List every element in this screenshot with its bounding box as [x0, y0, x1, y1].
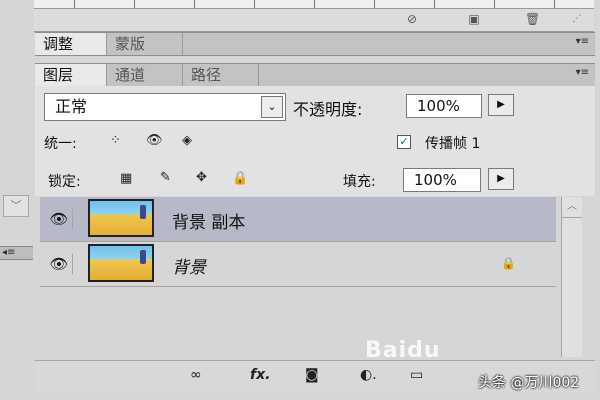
- layer-thumbnail: [88, 199, 154, 237]
- unify-style-icon[interactable]: ◈: [182, 133, 192, 148]
- left-scroll-down-button[interactable]: ﹀: [3, 195, 29, 217]
- blend-mode-value: 正常: [55, 97, 88, 116]
- layer-name[interactable]: 背景: [172, 253, 206, 278]
- adjustment-layer-icon[interactable]: ◐.: [360, 367, 377, 383]
- lock-label: 锁定:: [48, 174, 81, 190]
- lock-transparent-icon[interactable]: ▦: [120, 171, 132, 186]
- opacity-slider-button[interactable]: ▶: [488, 94, 514, 116]
- layers-tab-bar: 图层 通道 路径 ▾≡: [35, 63, 595, 87]
- lock-image-brush-icon[interactable]: ✎: [160, 170, 171, 185]
- cancel-icon[interactable]: ⊘: [405, 12, 419, 26]
- blend-mode-select[interactable]: 正常 ⌄: [44, 93, 286, 121]
- layer-row[interactable]: 👁 背景 🔒: [40, 242, 556, 287]
- trash-icon[interactable]: 🗑: [525, 12, 540, 26]
- baidu-watermark: Baidu: [365, 338, 441, 363]
- tab-masks[interactable]: 蒙版: [107, 33, 183, 55]
- credit-watermark: 头条 @万川002: [478, 375, 580, 391]
- propagate-label: 传播帧 1: [425, 136, 481, 152]
- link-icon[interactable]: ∞: [190, 367, 202, 383]
- unify-label: 统一:: [44, 136, 77, 152]
- eye-icon[interactable]: 👁: [46, 254, 73, 274]
- duplicate-frame-icon[interactable]: ▣: [467, 12, 481, 26]
- unify-position-icon[interactable]: ⁘: [110, 133, 121, 148]
- animation-timeline-strip: [34, 0, 594, 9]
- tab-channels[interactable]: 通道: [107, 64, 183, 86]
- layers-scrollbar[interactable]: ︿: [561, 197, 582, 357]
- opacity-input[interactable]: 100%: [406, 94, 482, 118]
- opacity-label: 不透明度:: [293, 100, 363, 119]
- propagate-checkbox[interactable]: ✓: [397, 135, 411, 149]
- mask-icon[interactable]: ◙: [305, 367, 319, 383]
- fill-label: 填充:: [343, 174, 376, 190]
- left-panel-menu-icon[interactable]: ◂≡: [0, 246, 33, 260]
- unify-visibility-icon[interactable]: 👁: [146, 133, 163, 148]
- lock-icon: 🔒: [501, 256, 516, 270]
- fill-input[interactable]: 100%: [403, 168, 481, 192]
- adjustments-tab-bar: 调整 蒙版 ▾≡: [35, 32, 595, 56]
- tab-paths[interactable]: 路径: [183, 64, 259, 86]
- layer-thumbnail: [88, 244, 154, 282]
- lock-position-move-icon[interactable]: ✥: [196, 170, 207, 185]
- new-layer-icon[interactable]: ▭: [410, 367, 423, 383]
- layer-name[interactable]: 背景 副本: [172, 208, 245, 233]
- chevron-down-icon[interactable]: ⌄: [261, 96, 283, 118]
- fx-icon[interactable]: fx.: [250, 367, 270, 383]
- panel-menu-icon[interactable]: ▾≡: [576, 67, 589, 78]
- lock-all-icon[interactable]: 🔒: [232, 171, 248, 186]
- tab-adjustments[interactable]: 调整: [35, 33, 107, 55]
- layers-list: 👁 背景 副本 👁 背景 🔒: [40, 197, 556, 357]
- timeline-footer: ⊘ ▣ 🗑 ⋰: [34, 9, 594, 32]
- resize-grip-icon[interactable]: ⋰: [570, 12, 584, 26]
- fill-slider-button[interactable]: ▶: [488, 168, 514, 190]
- layer-row[interactable]: 👁 背景 副本: [40, 197, 556, 242]
- scroll-up-button[interactable]: ︿: [562, 197, 582, 218]
- panel-menu-icon[interactable]: ▾≡: [576, 36, 589, 47]
- tab-layers[interactable]: 图层: [35, 64, 107, 86]
- eye-icon[interactable]: 👁: [46, 209, 73, 229]
